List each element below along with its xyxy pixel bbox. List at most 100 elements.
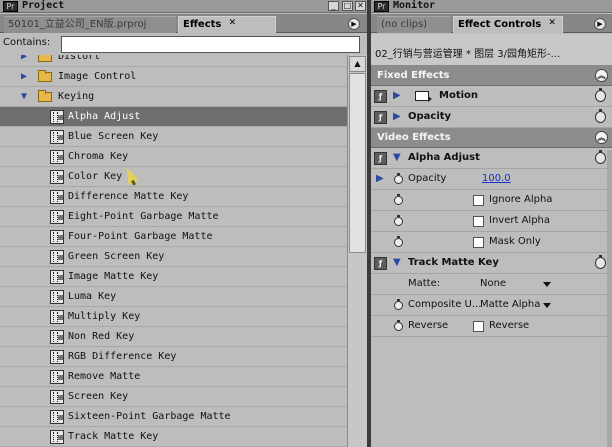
tree-effect-item[interactable]: Green Screen Key <box>0 247 347 267</box>
monitor-titlebar[interactable]: Pr Monitor <box>371 0 612 13</box>
collapse-triangle-icon[interactable]: ▼ <box>393 148 401 168</box>
tree-item-label: Remove Matte <box>68 371 141 382</box>
track-matte-key-label: Track Matte Key <box>408 257 499 268</box>
tree-item-label: Four-Point Garbage Matte <box>68 231 213 242</box>
stopwatch-icon[interactable] <box>394 320 403 331</box>
panel-menu-icon[interactable]: ▶ <box>348 18 360 30</box>
panel-menu-icon[interactable]: ▶ <box>594 18 606 30</box>
motion-label: Motion <box>439 90 479 101</box>
stopwatch-icon[interactable] <box>394 173 403 184</box>
effect-icon <box>50 110 64 124</box>
tree-item-label: RGB Difference Key <box>68 351 177 362</box>
effects-scrollbar[interactable]: ▲ <box>347 55 367 447</box>
fx-toggle-icon[interactable]: ƒ <box>374 152 387 165</box>
reverse-checkbox[interactable] <box>473 321 484 332</box>
alpha-opacity-value[interactable]: 100.0 <box>482 169 511 189</box>
collapse-triangle-icon[interactable]: ▼ <box>18 87 30 106</box>
matte-dropdown[interactable]: None <box>480 274 506 294</box>
tab-effects-label: Effects <box>183 19 222 30</box>
video-effects-header[interactable]: Video Effects ︽ <box>371 128 612 148</box>
tree-effect-item[interactable]: Blue Screen Key <box>0 127 347 147</box>
tree-effect-item[interactable]: Multiply Key <box>0 307 347 327</box>
tab-no-clips[interactable]: (no clips) <box>377 16 451 33</box>
opacity-effect-row[interactable]: ƒ ▶ Opacity <box>371 107 612 128</box>
composite-using-dropdown[interactable]: Matte Alpha <box>480 295 540 315</box>
contains-label: Contains: <box>3 37 51 48</box>
reset-icon[interactable] <box>595 150 606 164</box>
expand-triangle-icon[interactable]: ▶ <box>18 55 30 66</box>
reset-icon[interactable] <box>595 255 606 269</box>
stopwatch-icon[interactable] <box>394 236 403 247</box>
tree-effect-item[interactable]: Eight-Point Garbage Matte <box>0 207 347 227</box>
stopwatch-icon[interactable] <box>394 194 403 205</box>
monitor-effect-controls-panel: Pr Monitor (no clips) Effect Controls ✕ ▶… <box>371 0 612 447</box>
scrollbar-thumb[interactable] <box>349 73 366 253</box>
alpha-adjust-effect-row[interactable]: ƒ ▼ Alpha Adjust <box>371 148 612 169</box>
scroll-up-icon[interactable]: ▲ <box>349 56 366 72</box>
fx-toggle-icon[interactable]: ƒ <box>374 257 387 270</box>
close-icon[interactable]: ✕ <box>547 19 557 29</box>
tree-effect-item[interactable]: Difference Matte Key <box>0 187 347 207</box>
effect-icon <box>50 250 64 264</box>
tree-effect-item[interactable]: Chroma Key <box>0 147 347 167</box>
tree-item-label: Green Screen Key <box>68 251 165 262</box>
expand-triangle-icon[interactable]: ▶ <box>393 86 401 106</box>
effect-icon <box>50 230 64 244</box>
tree-effect-item[interactable]: Screen Key <box>0 387 347 407</box>
maximize-icon[interactable]: □ <box>342 1 353 11</box>
chevron-down-icon[interactable] <box>543 282 551 287</box>
tree-effect-item[interactable]: Color Key <box>0 167 347 187</box>
tree-effect-item[interactable]: Four-Point Garbage Matte <box>0 227 347 247</box>
tree-effect-item[interactable]: Image Matte Key <box>0 267 347 287</box>
project-window-title: Project <box>22 0 65 11</box>
tab-effects[interactable]: Effects ✕ <box>178 16 276 33</box>
collapse-icon[interactable]: ︽ <box>595 69 608 82</box>
motion-effect-row[interactable]: ƒ ▶ Motion <box>371 86 612 107</box>
tree-folder[interactable]: ▼ Keying <box>0 87 347 107</box>
tab-effect-controls[interactable]: Effect Controls ✕ <box>453 16 563 33</box>
close-icon[interactable]: ✕ <box>227 19 237 29</box>
effect-icon <box>50 150 64 164</box>
effect-controls-timeline-edge <box>607 150 612 447</box>
tree-effect-item[interactable]: Luma Key <box>0 287 347 307</box>
clip-name: 02_行销与营运管理 * 图层 3/园角矩形-... <box>375 49 561 60</box>
reset-icon[interactable] <box>595 88 606 102</box>
tree-effect-item[interactable]: Sixteen-Point Garbage Matte <box>0 407 347 427</box>
tab-project-file[interactable]: 50101_立益公司_EN版.prproj <box>4 16 176 33</box>
effect-icon <box>50 430 64 444</box>
reset-icon[interactable] <box>595 109 606 123</box>
project-titlebar[interactable]: Pr Project _ □ ✕ <box>0 0 367 13</box>
tree-folder[interactable]: ▶ Distort <box>0 55 347 67</box>
minimize-icon[interactable]: _ <box>328 1 339 11</box>
expand-triangle-icon[interactable]: ▶ <box>376 169 384 189</box>
tree-effect-item[interactable]: Alpha Adjust <box>0 107 347 127</box>
fixed-effects-header[interactable]: Fixed Effects ︽ <box>371 66 612 86</box>
fx-toggle-icon[interactable]: ƒ <box>374 111 387 124</box>
motion-icon[interactable] <box>415 91 432 102</box>
close-icon[interactable]: ✕ <box>355 1 366 11</box>
composite-using-row: Composite U... Matte Alpha <box>371 295 612 316</box>
tree-folder[interactable]: ▶ Image Control <box>0 67 347 87</box>
tree-effect-item[interactable]: RGB Difference Key <box>0 347 347 367</box>
collapse-triangle-icon[interactable]: ▼ <box>393 253 401 273</box>
effect-icon <box>50 270 64 284</box>
tree-effect-item[interactable]: Track Matte Key <box>0 427 347 447</box>
collapse-icon[interactable]: ︽ <box>595 131 608 144</box>
effect-icon <box>50 310 64 324</box>
mask-only-checkbox[interactable] <box>473 237 484 248</box>
tree-effect-item[interactable]: Remove Matte <box>0 367 347 387</box>
tab-no-clips-label: (no clips) <box>381 19 428 30</box>
tree-effect-item[interactable]: Non Red Key <box>0 327 347 347</box>
effects-search-input[interactable] <box>61 36 360 53</box>
chevron-down-icon[interactable] <box>543 303 551 308</box>
right-tab-bar: (no clips) Effect Controls ✕ ▶ <box>371 14 612 33</box>
invert-alpha-checkbox[interactable] <box>473 216 484 227</box>
ignore-alpha-checkbox[interactable] <box>473 195 484 206</box>
expand-triangle-icon[interactable]: ▶ <box>18 67 30 86</box>
expand-triangle-icon[interactable]: ▶ <box>393 107 401 127</box>
stopwatch-icon[interactable] <box>394 299 403 310</box>
track-matte-key-effect-row[interactable]: ƒ ▼ Track Matte Key <box>371 253 612 274</box>
tree-item-label: Distort <box>58 55 101 62</box>
stopwatch-icon[interactable] <box>394 215 403 226</box>
fx-toggle-icon[interactable]: ƒ <box>374 90 387 103</box>
